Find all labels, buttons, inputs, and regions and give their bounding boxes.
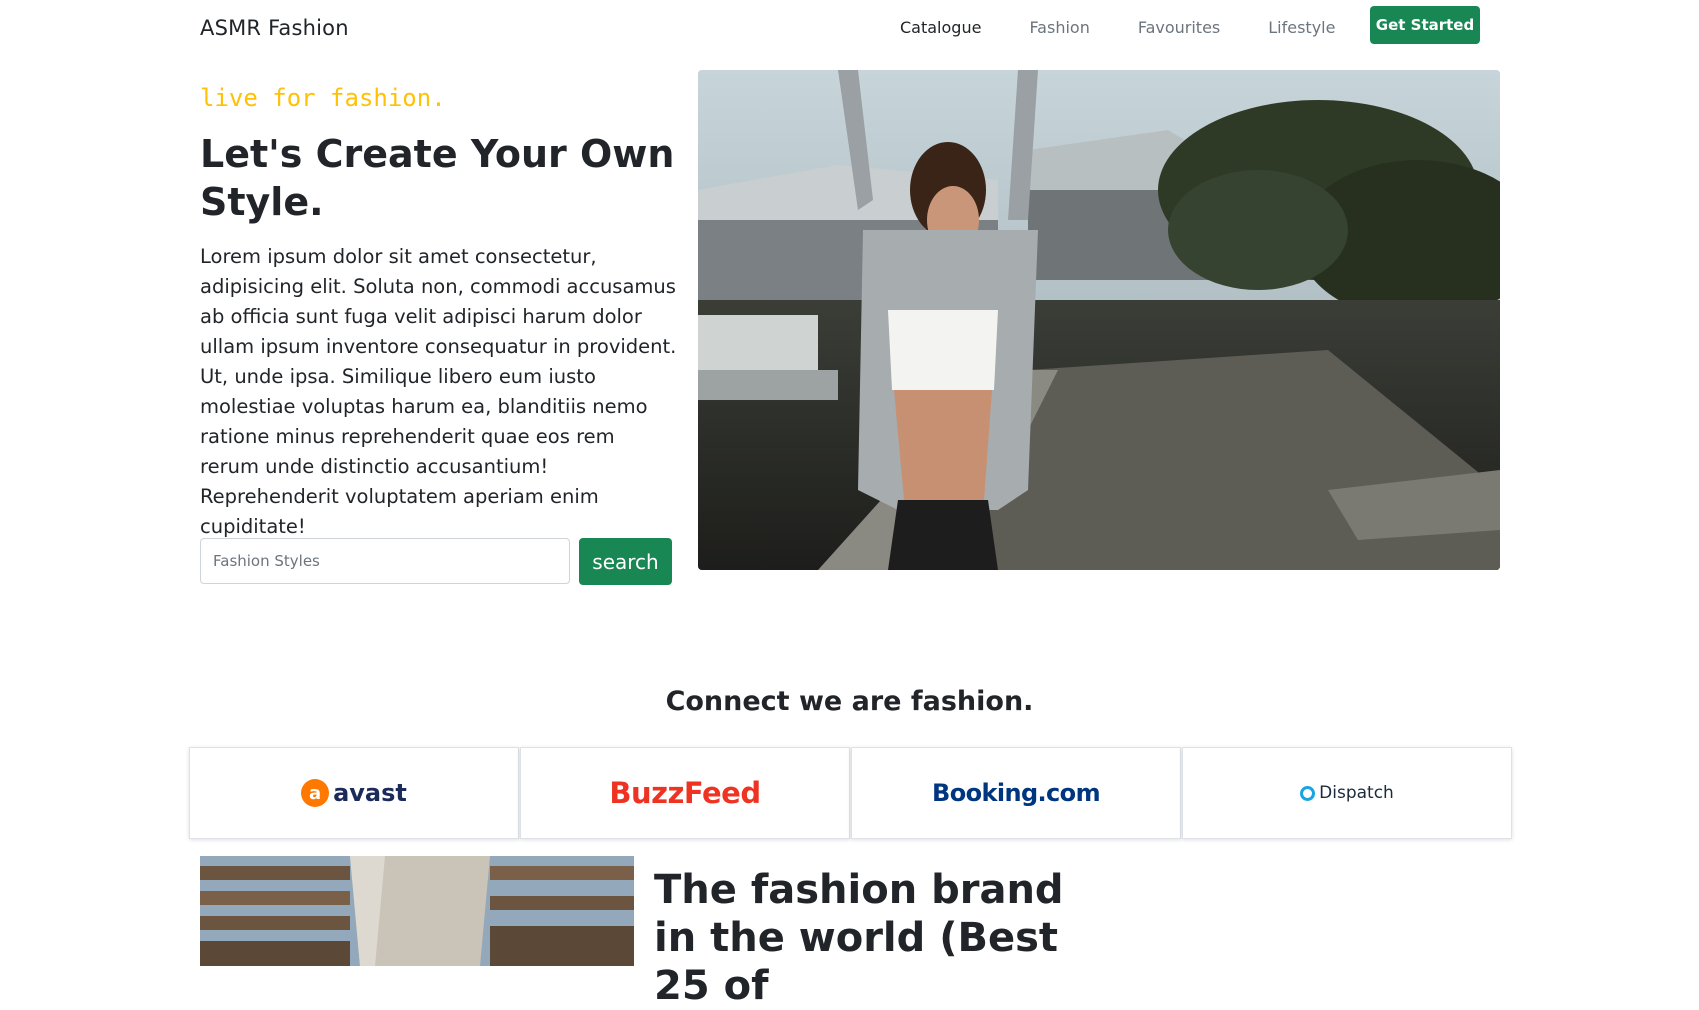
search-input[interactable] (200, 538, 570, 584)
nav-links: Catalogue Fashion Favourites Lifestyle (900, 14, 1383, 40)
nav-link-favourites[interactable]: Favourites (1138, 16, 1220, 40)
avast-mark-icon: a (301, 779, 330, 807)
dispatch-mark-icon (1300, 785, 1316, 801)
feature-photo (200, 856, 634, 966)
brand-logo[interactable]: ASMR Fashion (200, 16, 349, 40)
avast-wordmark: avast (333, 779, 407, 807)
hero-content: live for fashion. Let's Create Your Own … (200, 78, 678, 542)
dispatch-wordmark: Dispatch (1319, 783, 1394, 803)
partner-card-buzzfeed[interactable]: BuzzFeed (520, 747, 850, 839)
avast-logo: a avast (301, 779, 407, 807)
hero-photo (698, 70, 1500, 570)
partners-title: Connect we are fashion. (665, 686, 1034, 717)
search-button[interactable]: search (579, 538, 672, 585)
partner-card-avast[interactable]: a avast (189, 747, 519, 839)
feature-heading: The fashion brand in the world (Best 25 … (654, 867, 1064, 1009)
hero-lead-text: Lorem ipsum dolor sit amet consectetur, … (200, 245, 677, 538)
hero-headline: Let's Create Your Own Style. (200, 132, 675, 224)
nav-link-lifestyle[interactable]: Lifestyle (1268, 16, 1335, 40)
get-started-button[interactable]: Get Started (1370, 6, 1480, 44)
buzzfeed-logo: BuzzFeed (609, 776, 761, 810)
hero-tagline: live for fashion. (200, 84, 446, 112)
search-form: search (200, 538, 672, 585)
feature-photo-illustration (200, 856, 634, 966)
nav-link-catalogue[interactable]: Catalogue (900, 16, 981, 40)
dispatch-logo: Dispatch (1300, 783, 1394, 803)
partner-logos: a avast BuzzFeed Booking.com Dispatch (189, 747, 1513, 839)
navbar: ASMR Fashion Catalogue Fashion Favourite… (0, 0, 1699, 56)
booking-logo: Booking.com (932, 779, 1101, 807)
nav-link-fashion[interactable]: Fashion (1029, 16, 1089, 40)
hero-photo-illustration (698, 70, 1500, 570)
partner-card-booking[interactable]: Booking.com (851, 747, 1181, 839)
partner-card-dispatch[interactable]: Dispatch (1182, 747, 1512, 839)
